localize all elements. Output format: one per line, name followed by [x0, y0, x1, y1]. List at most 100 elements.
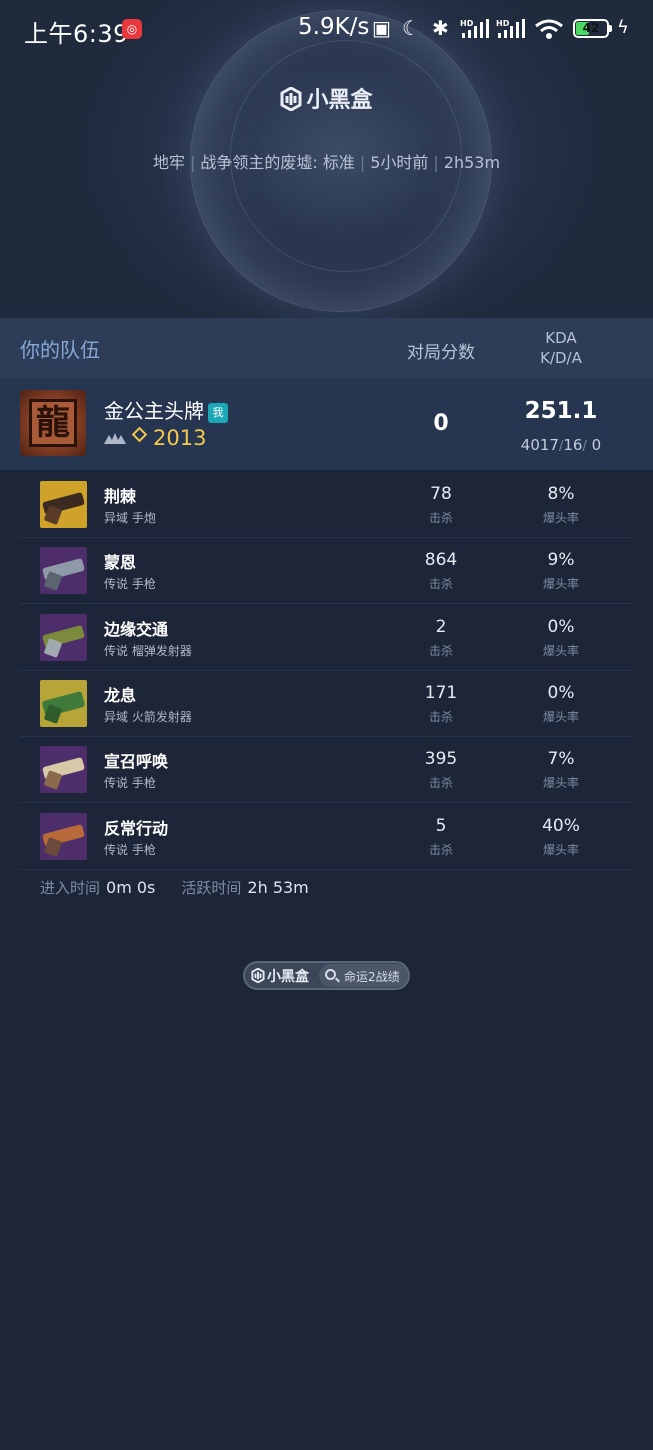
weapon-kills-label: 击杀	[428, 577, 453, 591]
footer-search[interactable]: 命运2战绩	[319, 964, 408, 987]
player-assists: 0	[591, 436, 602, 454]
weapon-sidearm-icon	[40, 547, 87, 594]
weapon-sidearm-icon	[40, 746, 87, 793]
enter-time-value: 0m 0s	[106, 878, 156, 897]
weapon-kills: 2	[435, 617, 447, 637]
weapon-grenade-launcher-icon	[40, 614, 87, 661]
weapon-hand-cannon-icon	[40, 481, 87, 528]
weapon-kills: 5	[435, 816, 447, 836]
match-info: 地牢 | 战争领主的废墟: 标准 | 5小时前 | 2h53m	[0, 149, 653, 173]
weapon-headshot-label: 爆头率	[542, 511, 579, 525]
weapon-row[interactable]: 宣召呼唤 传说 手枪 395 击杀 7% 爆头率	[20, 736, 632, 803]
weapon-type: 传说 榴弹发射器	[104, 644, 192, 658]
net-speed: 5.9K/s	[298, 14, 370, 40]
activity-name: 战争领主的废墟: 标准	[200, 153, 355, 172]
weapon-type: 传说 手枪	[104, 843, 156, 857]
weapon-kills: 864	[424, 550, 458, 570]
weapon-name: 蒙恩	[104, 553, 137, 572]
player-kda-breakdown: 4017/16/ 0	[500, 436, 622, 454]
player-score: 0	[433, 411, 449, 436]
time-ago: 5小时前	[370, 153, 429, 172]
avatar[interactable]: 龍	[20, 390, 86, 456]
weapon-name: 宣召呼唤	[104, 752, 169, 771]
player-row[interactable]: 龍 金公主头牌我 2013 0 251.1 4017/16/ 0	[0, 378, 653, 470]
weapon-row[interactable]: 荆棘 异域 手炮 78 击杀 8% 爆头率	[20, 471, 632, 538]
player-name-text: 金公主头牌	[104, 399, 204, 423]
weapon-name: 反常行动	[104, 819, 169, 838]
weapon-headshot: 7%	[547, 749, 575, 769]
weapon-type: 异域 手炮	[104, 511, 156, 525]
active-time-label: 活跃时间	[181, 879, 242, 897]
status-bar: 上午6:39 ◎ 5.9K/s ▣ ☾ ✱ HD HD 42 ϟ	[0, 0, 653, 58]
match-duration: 2h53m	[443, 153, 501, 172]
power-level: 2013	[153, 426, 207, 450]
footer-watermark[interactable]: 小黑盒 命运2战绩	[243, 961, 410, 990]
weapon-row[interactable]: 龙息 异域 火箭发射器 171 击杀 0% 爆头率	[20, 670, 632, 737]
weapon-rocket-launcher-icon	[40, 680, 87, 727]
kda-header-top: KDA	[545, 329, 577, 347]
weapon-headshot: 0%	[547, 683, 575, 703]
weapon-name: 龙息	[104, 686, 137, 705]
separator: |	[433, 153, 439, 172]
weapon-kills-label: 击杀	[428, 511, 453, 525]
xiaoheihe-logo-icon	[280, 87, 302, 111]
weapon-name: 荆棘	[104, 487, 137, 506]
separator: |	[189, 153, 196, 172]
enter-time-label: 进入时间	[40, 879, 101, 897]
separator: |	[359, 153, 366, 172]
weapon-kills: 78	[430, 484, 452, 504]
bluetooth-icon: ✱	[432, 16, 449, 40]
weapon-row[interactable]: 蒙恩 传说 手枪 864 击杀 9% 爆头率	[20, 537, 632, 604]
weapon-headshot-label: 爆头率	[542, 710, 579, 724]
team-title: 你的队伍	[20, 338, 100, 362]
weapon-headshot: 9%	[547, 550, 575, 570]
search-icon	[325, 969, 336, 980]
weapon-row[interactable]: 边缘交通 传说 榴弹发射器 2 击杀 0% 爆头率	[20, 604, 632, 671]
status-time: 上午6:39	[24, 20, 129, 48]
svg-text:HD: HD	[496, 19, 510, 28]
netease-music-icon: ◎	[122, 19, 142, 39]
player-kda: 251.1	[524, 398, 598, 424]
weapon-kills-label: 击杀	[428, 776, 453, 790]
weapon-headshot: 0%	[547, 617, 575, 637]
footer-brand: 小黑盒	[251, 966, 309, 986]
weapon-kills-label: 击杀	[428, 843, 453, 857]
weapon-headshot: 40%	[542, 816, 580, 836]
signal-hd-icon-2: HD	[496, 19, 525, 38]
weapon-type: 异域 火箭发射器	[104, 710, 192, 724]
activity-type: 地牢	[152, 153, 185, 172]
weapon-sidearm-icon	[40, 813, 87, 860]
weapon-headshot-label: 爆头率	[542, 843, 579, 857]
player-kills: 4017	[520, 436, 559, 454]
battery-icon: 42	[573, 19, 609, 38]
brand-name: 小黑盒	[306, 88, 373, 113]
weapon-row[interactable]: 反常行动 传说 手枪 5 击杀 40% 爆头率	[20, 803, 632, 870]
weapon-type: 传说 手枪	[104, 577, 156, 591]
kda-header-bottom: K/D/A	[540, 349, 582, 367]
kda-column-header: KDA K/D/A	[520, 328, 602, 368]
weapon-type: 传说 手枪	[104, 776, 156, 790]
player-deaths: 16	[563, 436, 583, 454]
charging-bolt-icon: ϟ	[617, 17, 629, 38]
nfc-icon: ▣	[372, 16, 391, 40]
guardian-class-icon	[104, 433, 126, 444]
wifi-icon	[535, 19, 563, 39]
kda-slash: /	[582, 439, 587, 454]
weapon-kills: 395	[424, 749, 458, 769]
weapon-headshot: 8%	[547, 484, 575, 504]
weapon-kills-label: 击杀	[428, 644, 453, 658]
active-time-value: 2h 53m	[247, 878, 309, 897]
xiaoheihe-logo-icon	[251, 968, 265, 983]
signal-hd-icon: HD	[460, 19, 489, 38]
battery-tip	[609, 25, 612, 32]
weapon-kills: 171	[424, 683, 458, 703]
avatar-emblem: 龍	[29, 399, 77, 447]
team-header: 你的队伍 对局分数 KDA K/D/A	[0, 318, 653, 378]
time-stats: 进入时间 0m 0s 活跃时间 2h 53m	[40, 877, 309, 898]
weapon-headshot-label: 爆头率	[542, 644, 579, 658]
weapon-name: 边缘交通	[104, 620, 169, 639]
me-badge: 我	[208, 403, 228, 423]
power-level-icon	[131, 426, 148, 443]
player-name: 金公主头牌我	[104, 395, 228, 424]
moon-icon: ☾	[402, 16, 420, 40]
